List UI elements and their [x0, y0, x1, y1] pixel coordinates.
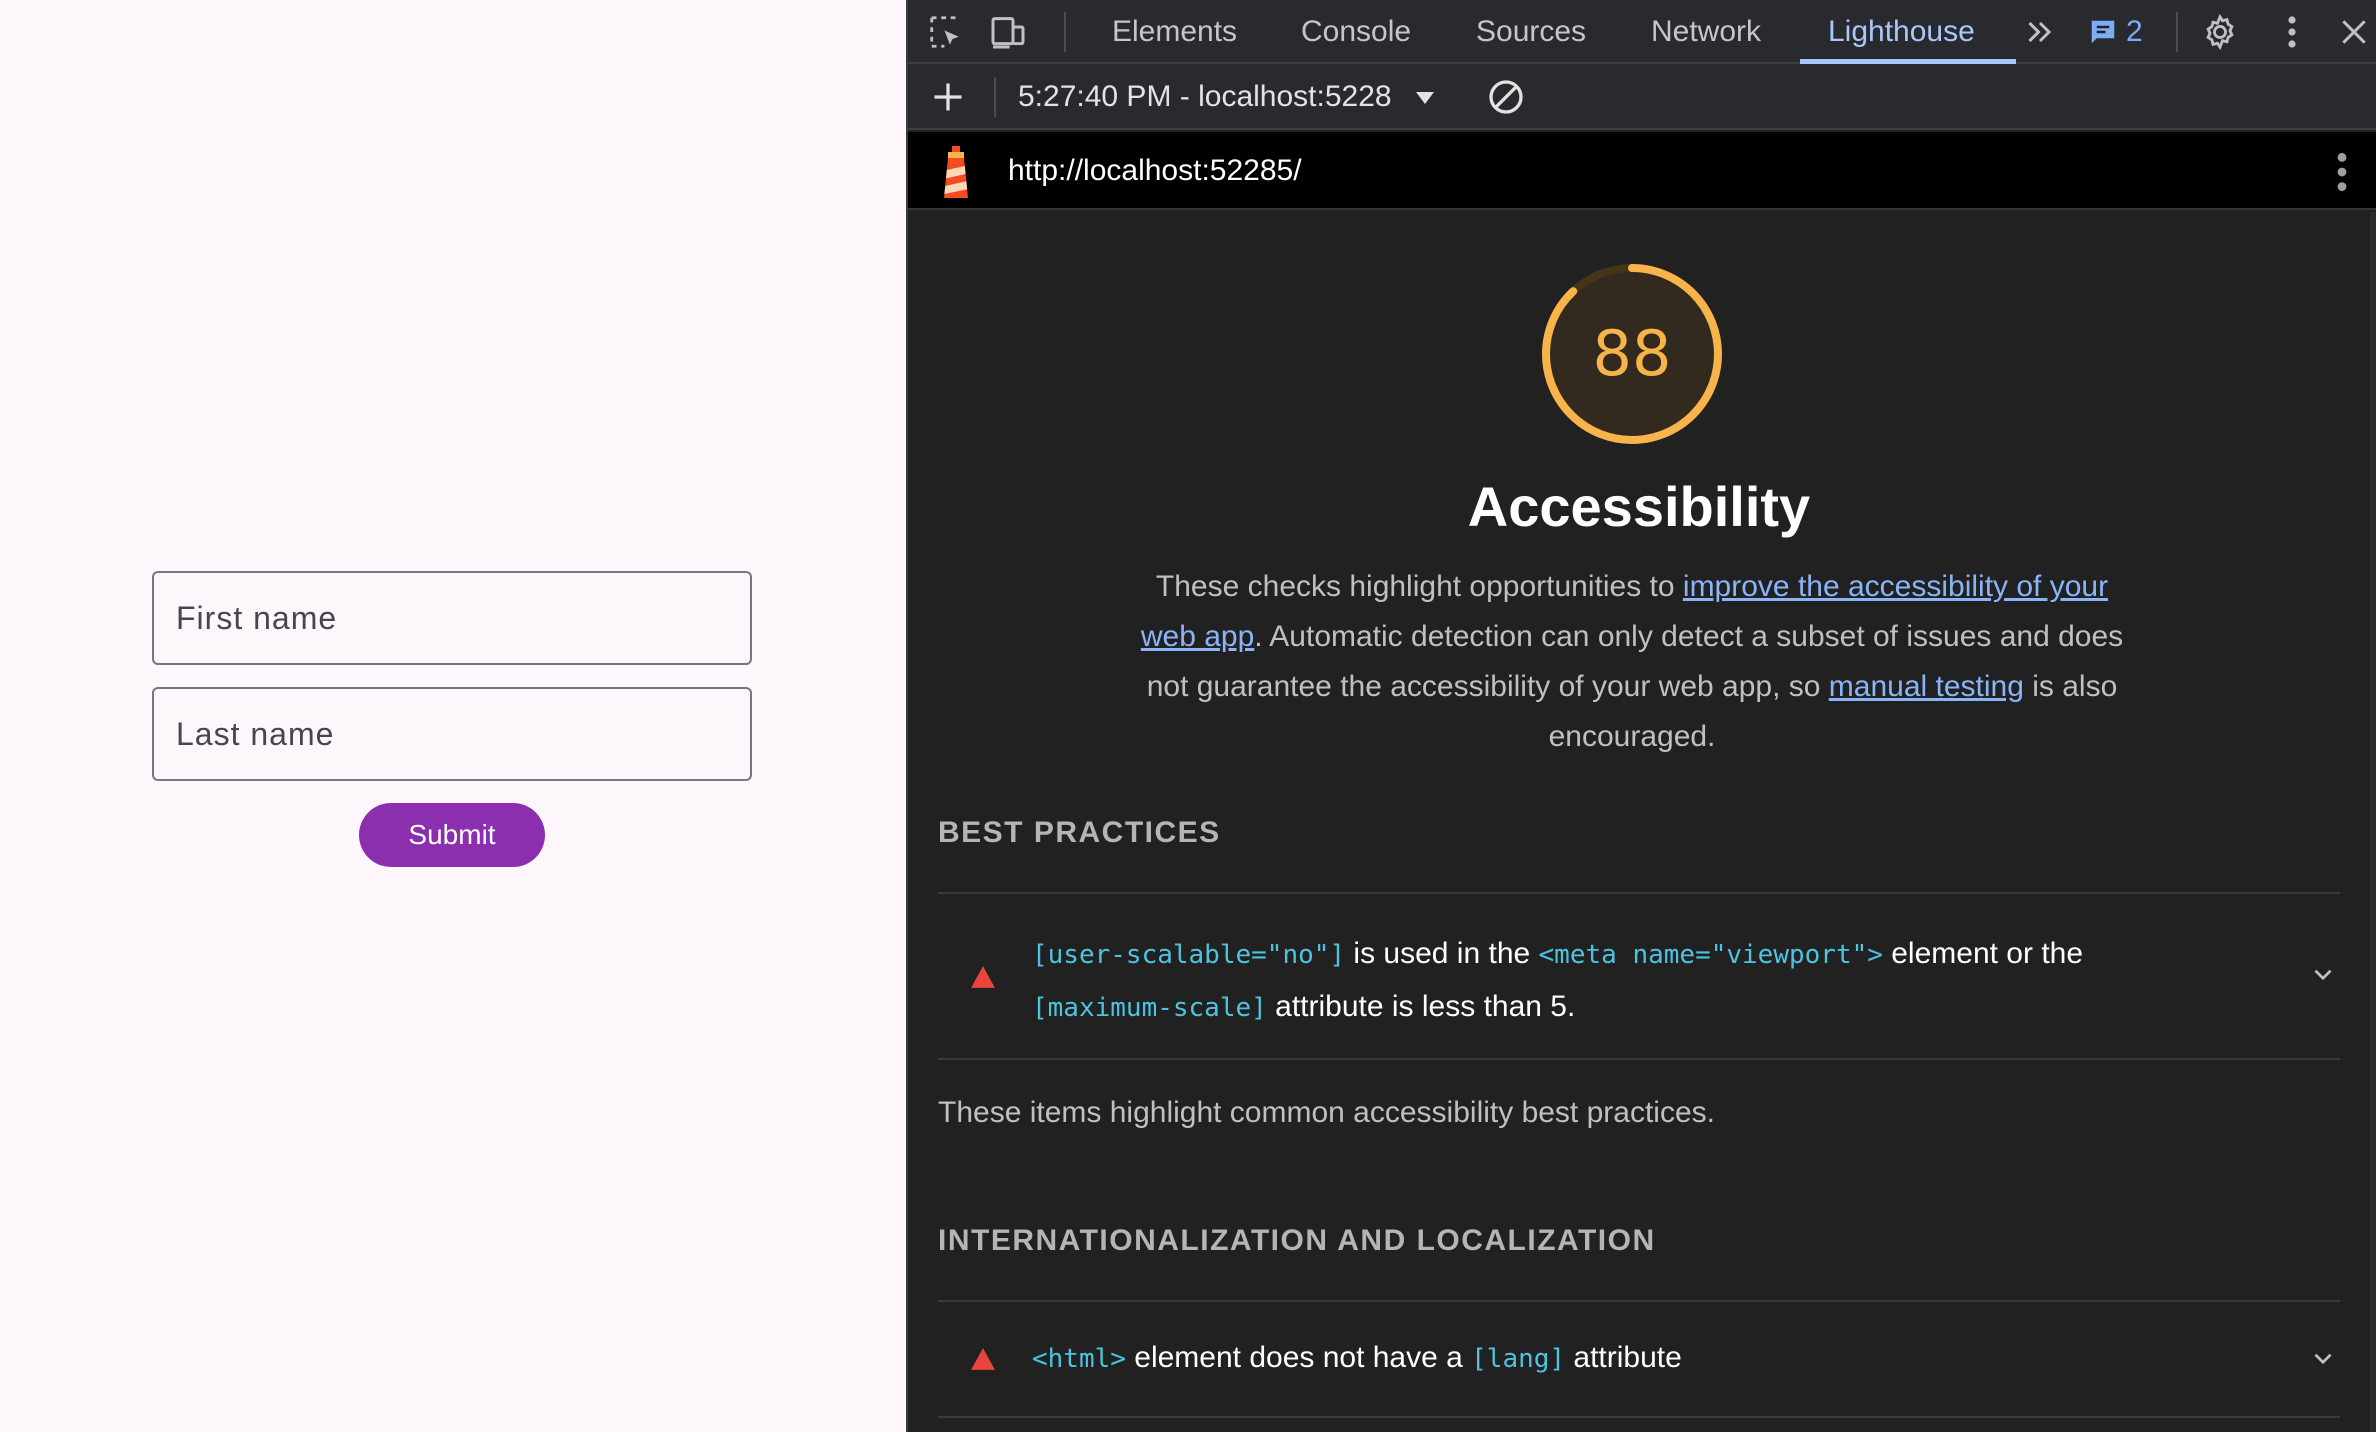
submit-button[interactable]: Submit: [359, 803, 545, 867]
chevron-down-icon[interactable]: [2310, 1346, 2336, 1372]
category-title: Accessibility: [1467, 475, 1811, 538]
more-tabs-icon[interactable]: [2020, 12, 2060, 52]
tab-elements[interactable]: Elements: [1108, 0, 1241, 64]
device-toolbar-icon[interactable]: [988, 12, 1028, 52]
audit-title: [user-scalable="no"] is used in the <met…: [1032, 937, 2084, 1023]
report-selector-label: 5:27:40 PM - localhost:5228: [1018, 80, 1392, 113]
divider: [2176, 12, 2178, 52]
first-name-field[interactable]: [152, 571, 752, 665]
fail-triangle-icon: [971, 966, 995, 988]
tab-network[interactable]: Network: [1647, 0, 1765, 64]
lighthouse-logo-icon: [936, 142, 976, 207]
score-value: 88: [1592, 317, 1672, 390]
group-title-i18n: INTERNATIONALIZATION AND LOCALIZATION: [938, 1224, 1656, 1257]
tab-sources[interactable]: Sources: [1472, 0, 1590, 64]
report-selector[interactable]: 5:27:40 PM - localhost:5228: [1018, 64, 1436, 130]
app-pane: Submit: [0, 0, 906, 1432]
issues-button[interactable]: 2: [2088, 12, 2168, 52]
more-options-icon[interactable]: [2272, 12, 2312, 52]
group-title-best-practices: BEST PRACTICES: [938, 816, 1221, 849]
audit-item-user-scalable[interactable]: [user-scalable="no"] is used in the <met…: [938, 894, 2340, 1058]
divider: [994, 77, 996, 117]
tab-console[interactable]: Console: [1297, 0, 1415, 64]
inspect-element-icon[interactable]: [926, 12, 966, 52]
new-report-plus-icon[interactable]: [928, 77, 968, 117]
divider: [1064, 12, 1066, 52]
tab-lighthouse[interactable]: Lighthouse: [1824, 0, 1979, 64]
divider: [938, 1058, 2340, 1060]
clear-block-icon[interactable]: [1486, 77, 1526, 117]
divider: [938, 1416, 2340, 1418]
chevron-down-icon[interactable]: [2310, 962, 2336, 988]
manual-testing-link[interactable]: manual testing: [1829, 670, 2024, 703]
fail-triangle-icon: [971, 1348, 995, 1370]
devtools-tabbar: Elements Console Sources Network Lightho…: [908, 0, 2376, 64]
issues-count: 2: [2126, 15, 2143, 48]
group-description: These items highlight common accessibili…: [938, 1096, 1715, 1129]
message-icon: [2091, 20, 2115, 44]
last-name-field[interactable]: [152, 687, 752, 781]
audit-title: <html> element does not have a [lang] at…: [1032, 1341, 1682, 1374]
dropdown-arrow-icon: [1415, 92, 1434, 105]
audit-item-html-lang[interactable]: <html> element does not have a [lang] at…: [938, 1302, 2340, 1416]
settings-gear-icon[interactable]: [2200, 12, 2240, 52]
close-icon[interactable]: [2334, 12, 2374, 52]
description-text: These checks highlight opportunities to: [1155, 570, 1683, 603]
devtools-panel: Elements Console Sources Network Lightho…: [906, 0, 2376, 1432]
report-menu-icon[interactable]: [2336, 150, 2348, 199]
category-description: These checks highlight opportunities to …: [1132, 562, 2132, 762]
lighthouse-toolbar: 5:27:40 PM - localhost:5228: [908, 64, 2376, 130]
report-url[interactable]: http://localhost:52285/: [1008, 132, 1302, 210]
report-url-bar: http://localhost:52285/: [908, 132, 2376, 210]
lighthouse-report: 88 Accessibility These checks highlight …: [908, 212, 2370, 1432]
report-scrollbar[interactable]: [2370, 212, 2376, 1432]
